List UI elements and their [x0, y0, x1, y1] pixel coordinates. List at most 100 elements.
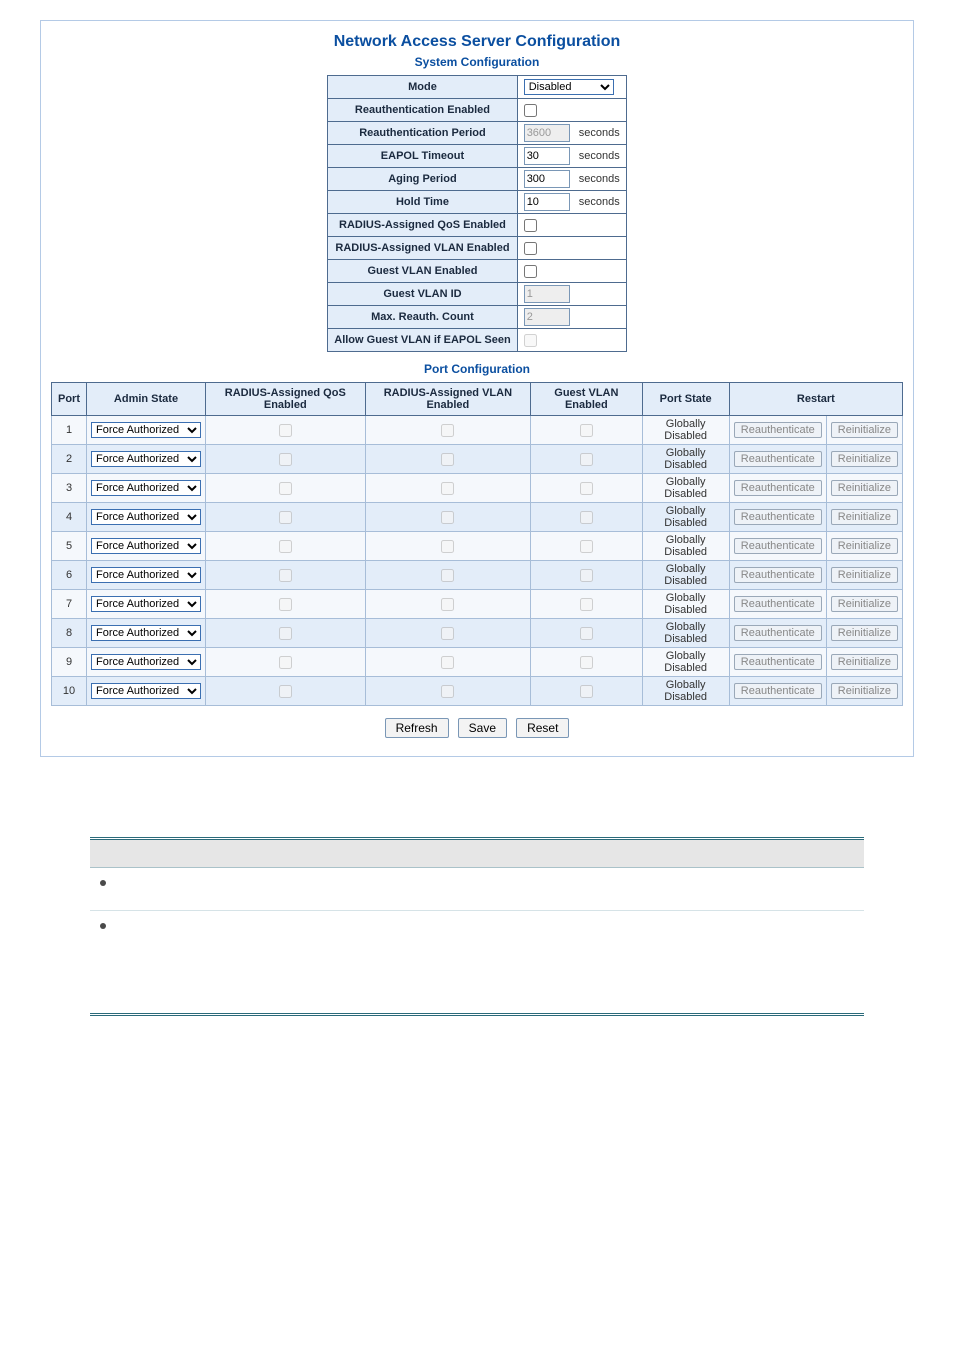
port-guest-vlan-checkbox[interactable] [580, 598, 593, 611]
reauthenticate-button[interactable]: Reauthenticate [734, 509, 822, 525]
port-state: Globally Disabled [642, 619, 729, 648]
reauthenticate-button[interactable]: Reauthenticate [734, 422, 822, 438]
port-number: 6 [52, 561, 87, 590]
port-state: Globally Disabled [642, 532, 729, 561]
port-config-table: Port Admin State RADIUS-Assigned QoS Ena… [51, 382, 903, 706]
port-qos-checkbox[interactable] [279, 540, 292, 553]
port-qos-checkbox[interactable] [279, 453, 292, 466]
port-vlan-checkbox[interactable] [441, 482, 454, 495]
port-guest-vlan-checkbox[interactable] [580, 569, 593, 582]
port-qos-checkbox[interactable] [279, 685, 292, 698]
reinitialize-button[interactable]: Reinitialize [831, 538, 898, 554]
port-qos-checkbox[interactable] [279, 569, 292, 582]
table-row: 2Force AuthorizedGlobally DisabledReauth… [52, 445, 903, 474]
allow-guest-vlan-checkbox[interactable] [524, 334, 537, 347]
port-number: 9 [52, 648, 87, 677]
port-vlan-checkbox[interactable] [441, 656, 454, 669]
port-qos-checkbox[interactable] [279, 598, 292, 611]
admin-state-select[interactable]: Force Authorized [91, 538, 201, 554]
guest-vlan-id-input[interactable] [524, 285, 570, 303]
port-number: 7 [52, 590, 87, 619]
port-vlan-checkbox[interactable] [441, 627, 454, 640]
spec-head-right [291, 839, 864, 868]
reauthenticate-button[interactable]: Reauthenticate [734, 480, 822, 496]
admin-state-select[interactable]: Force Authorized [91, 596, 201, 612]
reauthenticate-button[interactable]: Reauthenticate [734, 654, 822, 670]
refresh-button[interactable]: Refresh [385, 718, 449, 738]
admin-state-select[interactable]: Force Authorized [91, 480, 201, 496]
port-guest-vlan-checkbox[interactable] [580, 685, 593, 698]
reauth-period-input[interactable] [524, 124, 570, 142]
port-guest-vlan-checkbox[interactable] [580, 453, 593, 466]
reauthenticate-button[interactable]: Reauthenticate [734, 567, 822, 583]
system-config-table: Mode Disabled Reauthentication Enabled R… [327, 75, 626, 352]
port-guest-vlan-checkbox[interactable] [580, 627, 593, 640]
aging-period-input[interactable] [524, 170, 570, 188]
port-vlan-checkbox[interactable] [441, 511, 454, 524]
aging-period-label: Aging Period [328, 168, 517, 191]
admin-state-select[interactable]: Force Authorized [91, 567, 201, 583]
reauthenticate-button[interactable]: Reauthenticate [734, 596, 822, 612]
port-vlan-checkbox[interactable] [441, 569, 454, 582]
reinitialize-button[interactable]: Reinitialize [831, 683, 898, 699]
admin-state-select[interactable]: Force Authorized [91, 422, 201, 438]
port-vlan-checkbox[interactable] [441, 685, 454, 698]
admin-state-select[interactable]: Force Authorized [91, 654, 201, 670]
col-vlan: RADIUS-Assigned VLAN Enabled [365, 383, 531, 416]
reinitialize-button[interactable]: Reinitialize [831, 625, 898, 641]
reauth-period-label: Reauthentication Period [328, 122, 517, 145]
admin-state-select[interactable]: Force Authorized [91, 509, 201, 525]
eapol-timeout-label: EAPOL Timeout [328, 145, 517, 168]
col-guest-vlan: Guest VLAN Enabled [531, 383, 642, 416]
port-guest-vlan-checkbox[interactable] [580, 424, 593, 437]
mode-select[interactable]: Disabled [524, 79, 614, 95]
port-vlan-checkbox[interactable] [441, 540, 454, 553]
eapol-timeout-input[interactable] [524, 147, 570, 165]
port-qos-checkbox[interactable] [279, 656, 292, 669]
port-guest-vlan-checkbox[interactable] [580, 540, 593, 553]
mode-label: Mode [328, 76, 517, 99]
reset-button[interactable]: Reset [516, 718, 569, 738]
guest-vlan-enabled-checkbox[interactable] [524, 265, 537, 278]
port-vlan-checkbox[interactable] [441, 424, 454, 437]
port-number: 2 [52, 445, 87, 474]
radius-qos-checkbox[interactable] [524, 219, 537, 232]
port-vlan-checkbox[interactable] [441, 598, 454, 611]
reinitialize-button[interactable]: Reinitialize [831, 509, 898, 525]
port-guest-vlan-checkbox[interactable] [580, 656, 593, 669]
reinitialize-button[interactable]: Reinitialize [831, 480, 898, 496]
reinitialize-button[interactable]: Reinitialize [831, 567, 898, 583]
guest-vlan-enabled-label: Guest VLAN Enabled [328, 260, 517, 283]
radius-vlan-checkbox[interactable] [524, 242, 537, 255]
port-qos-checkbox[interactable] [279, 424, 292, 437]
max-reauth-label: Max. Reauth. Count [328, 306, 517, 329]
spec-head-left [90, 839, 291, 868]
table-row: 4Force AuthorizedGlobally DisabledReauth… [52, 503, 903, 532]
port-qos-checkbox[interactable] [279, 627, 292, 640]
admin-state-select[interactable]: Force Authorized [91, 625, 201, 641]
col-restart: Restart [729, 383, 902, 416]
port-qos-checkbox[interactable] [279, 482, 292, 495]
port-vlan-checkbox[interactable] [441, 453, 454, 466]
hold-time-label: Hold Time [328, 191, 517, 214]
reauthenticate-button[interactable]: Reauthenticate [734, 451, 822, 467]
reauthenticate-button[interactable]: Reauthenticate [734, 625, 822, 641]
port-qos-checkbox[interactable] [279, 511, 292, 524]
port-guest-vlan-checkbox[interactable] [580, 511, 593, 524]
reauthenticate-button[interactable]: Reauthenticate [734, 538, 822, 554]
reinitialize-button[interactable]: Reinitialize [831, 422, 898, 438]
port-guest-vlan-checkbox[interactable] [580, 482, 593, 495]
max-reauth-input[interactable] [524, 308, 570, 326]
save-button[interactable]: Save [458, 718, 507, 738]
admin-state-select[interactable]: Force Authorized [91, 451, 201, 467]
col-port: Port [52, 383, 87, 416]
reauthenticate-button[interactable]: Reauthenticate [734, 683, 822, 699]
button-bar: Refresh Save Reset [51, 718, 903, 738]
reinitialize-button[interactable]: Reinitialize [831, 654, 898, 670]
reauth-enabled-checkbox[interactable] [524, 104, 537, 117]
admin-state-select[interactable]: Force Authorized [91, 683, 201, 699]
bullet-icon [100, 880, 106, 886]
hold-time-input[interactable] [524, 193, 570, 211]
reinitialize-button[interactable]: Reinitialize [831, 596, 898, 612]
reinitialize-button[interactable]: Reinitialize [831, 451, 898, 467]
